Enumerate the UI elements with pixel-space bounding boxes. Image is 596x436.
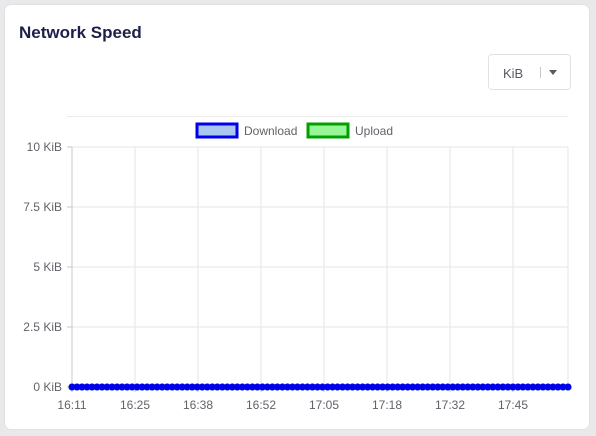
x-tick-label: 16:11	[57, 398, 86, 412]
legend-swatch-upload	[306, 122, 350, 139]
legend-swatch-download	[195, 122, 239, 139]
y-tick-label: 5 KiB	[33, 260, 62, 274]
legend-label-upload: Upload	[355, 124, 393, 138]
legend-label-download: Download	[244, 124, 297, 138]
y-tick-label: 2.5 KiB	[23, 320, 62, 334]
x-tick-label: 16:25	[120, 398, 150, 412]
y-tick-label: 10 KiB	[27, 140, 62, 154]
x-tick-label: 17:32	[435, 398, 465, 412]
data-point-download	[564, 383, 572, 391]
y-tick-label: 0 KiB	[33, 380, 62, 394]
x-tick-label: 16:52	[246, 398, 276, 412]
y-tick-label: 7.5 KiB	[23, 200, 62, 214]
x-tick-label: 17:45	[498, 398, 528, 412]
x-tick-label: 17:05	[309, 398, 339, 412]
network-speed-chart: 0 KiB 2.5 KiB 5 KiB 7.5 KiB 10 KiB 16:11 16:25…	[23, 122, 572, 412]
x-tick-label: 16:38	[183, 398, 213, 412]
x-tick-label: 17:18	[372, 398, 402, 412]
